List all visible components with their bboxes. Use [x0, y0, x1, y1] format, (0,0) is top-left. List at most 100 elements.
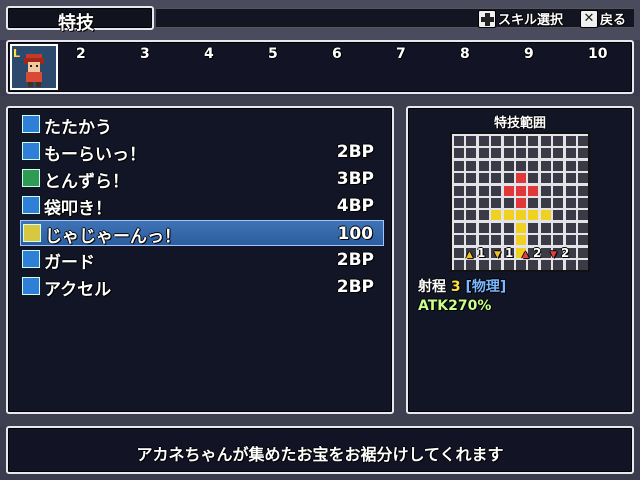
range-cell: [553, 160, 564, 171]
range-cell: [565, 198, 576, 208]
skill-row[interactable]: とんずら！ 3BP: [20, 166, 384, 192]
skill-row[interactable]: じゃじゃーんっ！ 100: [20, 220, 384, 247]
range-cell: [578, 222, 588, 233]
skill-row[interactable]: アクセル 2BP: [20, 274, 384, 300]
range-cell: [540, 260, 551, 270]
arrow-down-icon: ▼: [550, 250, 557, 260]
skill-name: 袋叩き！: [44, 199, 112, 219]
range-cell: [578, 260, 588, 270]
range-cell: [516, 260, 526, 270]
range-cell: [466, 148, 477, 159]
range-stat: 射程 3 [物理]: [418, 279, 507, 295]
range-modifier: ▲ 2: [522, 246, 541, 260]
skill-row[interactable]: たたかう: [20, 112, 384, 138]
skill-name: アクセル: [44, 280, 112, 300]
range-cell: [528, 222, 539, 233]
message-box: アカネちゃんが集めたお宝をお裾分けしてくれます: [6, 426, 634, 474]
range-cell: [491, 260, 502, 270]
range-cell: [491, 210, 502, 221]
range-modifier: ▼ 2: [550, 246, 569, 260]
range-cell: [516, 198, 526, 208]
skill-row[interactable]: もーらいっ！ 2BP: [20, 139, 384, 165]
range-cell: [516, 210, 526, 221]
range-cell: [478, 198, 489, 208]
range-cell: [516, 185, 526, 196]
party-slot-9[interactable]: 9: [524, 46, 534, 62]
range-cell: [491, 148, 502, 159]
da-icon: [22, 250, 40, 268]
party-slot-10[interactable]: 10: [588, 46, 607, 62]
range-cell: [491, 222, 502, 233]
party-slot-1[interactable]: L: [10, 44, 58, 90]
range-cell: [454, 235, 464, 246]
range-cell: [454, 173, 464, 184]
range-cell: [528, 148, 539, 159]
range-cell: [491, 173, 502, 184]
range-cell: [503, 198, 514, 208]
range-cell: [454, 247, 464, 258]
skill-name: もーらいっ！: [44, 145, 146, 165]
range-cell: [565, 260, 576, 270]
range-cell: [478, 148, 489, 159]
party-slot-7[interactable]: 7: [396, 46, 406, 62]
range-modifier: ▼ 1: [494, 246, 513, 260]
party-slot-6[interactable]: 6: [332, 46, 342, 62]
skill-row[interactable]: 袋叩き！ 4BP: [20, 193, 384, 219]
skill-cost: 2BP: [336, 142, 374, 162]
range-cell: [565, 148, 576, 159]
range-title: 特技範囲: [493, 116, 546, 131]
page-title: 特技: [58, 13, 94, 34]
range-cell: [553, 136, 564, 146]
range-cell: [578, 247, 588, 258]
range-cell: [553, 185, 564, 196]
skill-name: ガード: [44, 253, 95, 273]
skill-icon: [22, 196, 40, 214]
party-slot-2[interactable]: 2: [76, 46, 86, 62]
party-slot-4[interactable]: 4: [204, 46, 214, 62]
range-cell: [565, 222, 576, 233]
skill-cost: 2BP: [336, 277, 374, 297]
skill-description: アカネちゃんが集めたお宝をお裾分けしてくれます: [136, 445, 504, 464]
range-cell: [454, 185, 464, 196]
range-cell: [503, 160, 514, 171]
party-slot-8[interactable]: 8: [460, 46, 470, 62]
plus-icon: [22, 169, 40, 187]
range-cell: [478, 222, 489, 233]
party-slot-5[interactable]: 5: [268, 46, 278, 62]
modifier-value: 1: [477, 246, 486, 260]
skill-name: じゃじゃーんっ！: [45, 227, 181, 247]
range-cell: [454, 160, 464, 171]
range-cell: [466, 222, 477, 233]
range-cell: [454, 260, 464, 270]
range-cell: [516, 222, 526, 233]
range-cell: [578, 198, 588, 208]
skill-row[interactable]: ガード 2BP: [20, 247, 384, 273]
skill-select-label: スキル選択: [498, 13, 564, 28]
back-hint[interactable]: ✕ 戻る: [580, 9, 626, 28]
range-cell: [578, 173, 588, 184]
range-cell: [503, 148, 514, 159]
party-slot-3[interactable]: 3: [140, 46, 150, 62]
range-cell: [516, 160, 526, 171]
skill-cost: 2BP: [336, 250, 374, 270]
range-cell: [491, 185, 502, 196]
range-cell: [565, 185, 576, 196]
range-modifier: ▲ 1: [466, 246, 485, 260]
range-cell: [454, 222, 464, 233]
range-cell: [528, 185, 539, 196]
range-cell: [565, 160, 576, 171]
range-cell: [528, 260, 539, 270]
range-cell: [454, 210, 464, 221]
range-cell: [466, 160, 477, 171]
range-cell: [578, 185, 588, 196]
range-cell: [466, 173, 477, 184]
skill-name: たたかう: [44, 118, 112, 138]
range-cell: [491, 160, 502, 171]
skill-select-hint[interactable]: スキル選択: [478, 9, 563, 28]
arrow-down-icon: ▼: [494, 250, 501, 260]
back-label: 戻る: [600, 13, 627, 28]
range-cell: [503, 210, 514, 221]
skill-name: とんずら！: [44, 172, 129, 192]
range-cell: [578, 136, 588, 146]
range-cell: [466, 210, 477, 221]
